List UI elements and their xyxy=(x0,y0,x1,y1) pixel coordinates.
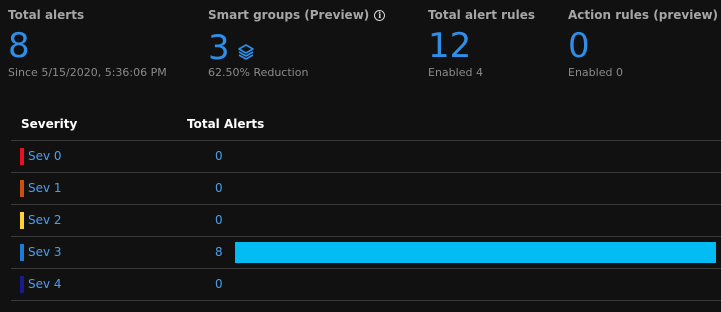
alert-count-link[interactable]: 0 xyxy=(215,149,223,163)
alerts-overview: Total alerts 8 Since 5/15/2020, 5:36:06 … xyxy=(0,0,721,312)
total-alert-rules-value[interactable]: 12 xyxy=(428,24,471,68)
severity-link[interactable]: Sev 1 xyxy=(28,181,62,195)
total-alert-rules-enabled: Enabled 4 xyxy=(428,66,483,79)
alert-bar-track xyxy=(235,178,716,199)
severity-color-indicator xyxy=(20,212,24,229)
alert-bar-track xyxy=(235,146,716,167)
alert-count-link[interactable]: 0 xyxy=(215,277,223,291)
smart-groups-value[interactable]: 3 xyxy=(208,26,230,70)
alert-bar-track xyxy=(235,210,716,231)
table-row[interactable]: Sev 0 0 xyxy=(11,141,721,173)
smart-groups-title-text: Smart groups (Preview) xyxy=(208,8,370,22)
severity-column-header: Severity xyxy=(21,117,78,131)
alert-count-link[interactable]: 0 xyxy=(215,213,223,227)
action-rules-title-text: Action rules (preview) xyxy=(568,8,719,22)
severity-link[interactable]: Sev 3 xyxy=(28,245,62,259)
severity-color-indicator xyxy=(20,244,24,261)
total-alerts-since: Since 5/15/2020, 5:36:06 PM xyxy=(8,66,167,79)
info-icon[interactable]: i xyxy=(374,9,386,21)
smart-groups-title: Smart groups (Preview) i xyxy=(208,8,386,22)
severity-link[interactable]: Sev 0 xyxy=(28,149,62,163)
smart-groups-reduction: 62.50% Reduction xyxy=(208,66,309,79)
action-rules-enabled: Enabled 0 xyxy=(568,66,623,79)
severity-link[interactable]: Sev 4 xyxy=(28,277,62,291)
total-alerts-title: Total alerts xyxy=(8,8,84,22)
total-alerts-title-text: Total alerts xyxy=(8,8,85,22)
alert-count-link[interactable]: 8 xyxy=(215,245,223,259)
table-row[interactable]: Sev 1 0 xyxy=(11,173,721,205)
severity-link[interactable]: Sev 2 xyxy=(28,213,62,227)
action-rules-value[interactable]: 0 xyxy=(568,24,590,68)
total-alert-rules-title-text: Total alert rules xyxy=(428,8,535,22)
total-alert-rules-title: Total alert rules xyxy=(428,8,535,22)
severity-color-indicator xyxy=(20,180,24,197)
alert-bar-track xyxy=(235,242,716,263)
total-alerts-value[interactable]: 8 xyxy=(8,24,30,68)
alert-bar-track xyxy=(235,274,716,295)
severity-color-indicator xyxy=(20,276,24,293)
action-rules-title: Action rules (preview) i xyxy=(568,8,721,22)
severity-color-indicator xyxy=(20,148,24,165)
table-row[interactable]: Sev 3 8 xyxy=(11,237,721,269)
total-alerts-column-header: Total Alerts xyxy=(187,117,265,131)
table-header: Severity Total Alerts xyxy=(11,112,721,141)
table-row[interactable]: Sev 2 0 xyxy=(11,205,721,237)
table-row[interactable]: Sev 4 0 xyxy=(11,269,721,301)
severity-table: Severity Total Alerts Sev 0 0 Sev 1 0 Se… xyxy=(11,112,721,301)
alert-bar[interactable] xyxy=(235,242,716,263)
smart-groups-value-row[interactable]: 3 xyxy=(208,24,255,72)
alert-count-link[interactable]: 0 xyxy=(215,181,223,195)
